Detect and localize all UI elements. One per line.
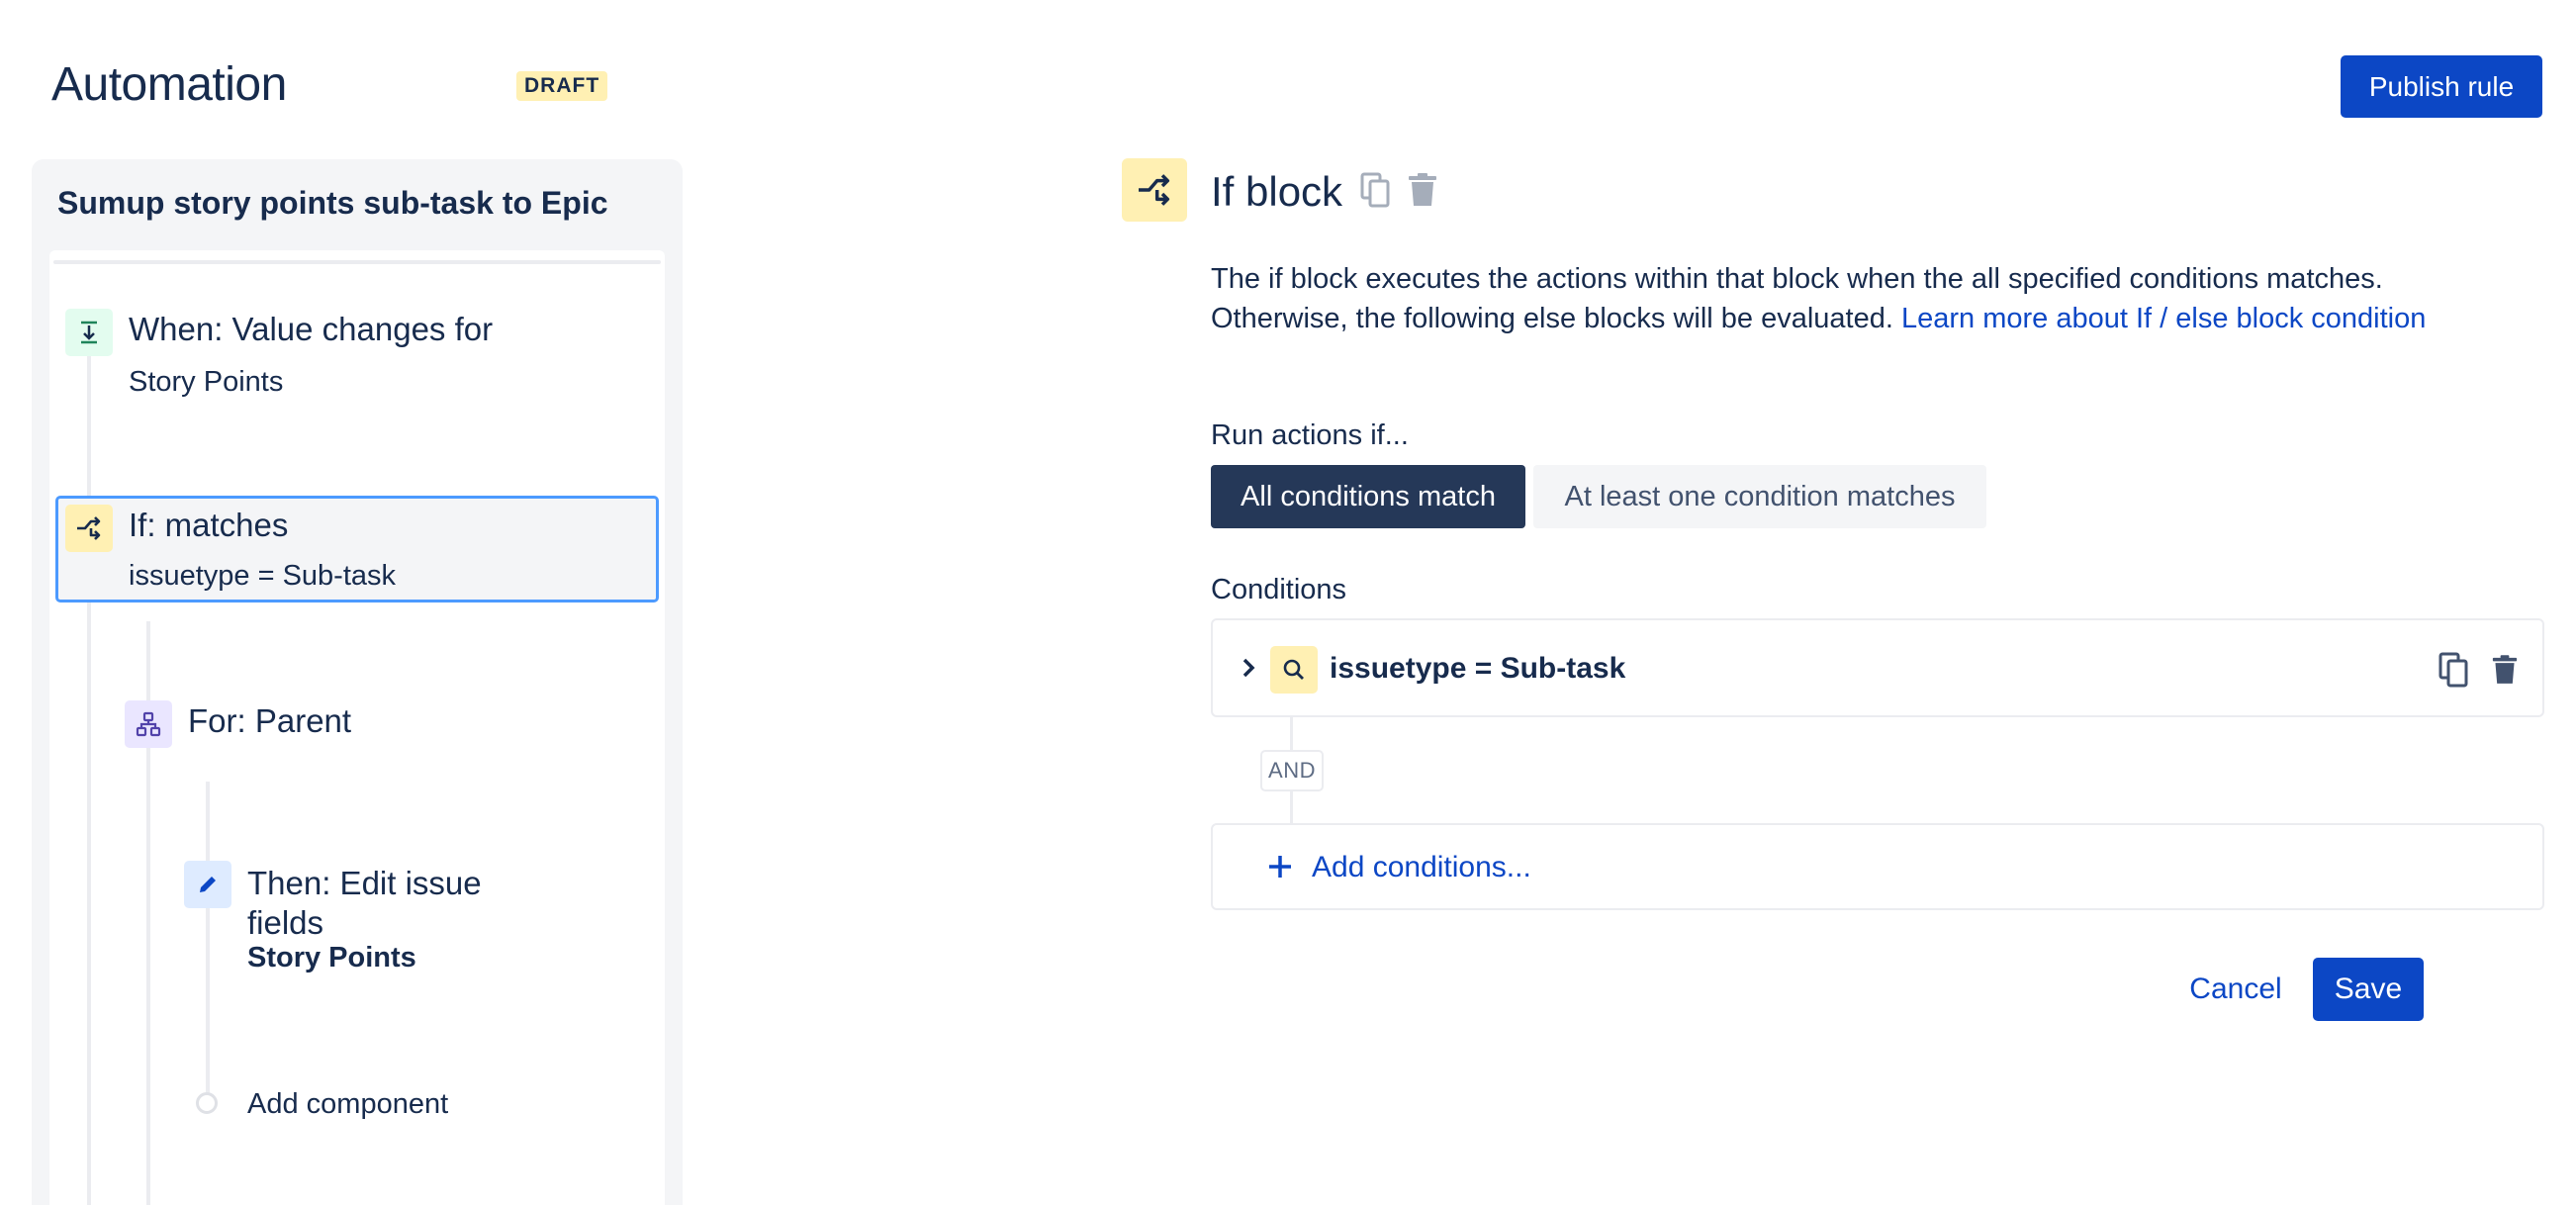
branch-icon (65, 505, 113, 552)
if-title[interactable]: If: matches (129, 507, 288, 544)
detail-description: The if block executes the actions within… (1211, 259, 2438, 338)
then-title-line1[interactable]: Then: Edit issue (247, 865, 482, 902)
add-component-label[interactable]: Add component (247, 1088, 448, 1121)
connector-line (87, 354, 91, 497)
hierarchy-icon (125, 700, 172, 748)
cancel-button[interactable]: Cancel (2176, 958, 2295, 1021)
run-actions-label: Run actions if... (1211, 419, 1409, 451)
pencil-icon (184, 861, 231, 908)
any-condition-matches-toggle[interactable]: At least one condition matches (1533, 465, 1986, 528)
add-component-dot[interactable] (196, 1092, 218, 1114)
save-button[interactable]: Save (2313, 958, 2424, 1021)
copy-condition-icon[interactable] (2434, 650, 2473, 690)
rule-name: Sumup story points sub-task to Epic (57, 185, 608, 221)
delete-condition-icon[interactable] (2485, 650, 2525, 690)
condition-text: issuetype = Sub-task (1330, 652, 1626, 685)
trigger-title[interactable]: When: Value changes for (129, 311, 493, 348)
if-block-icon (1122, 158, 1187, 222)
conditions-label: Conditions (1211, 574, 1347, 605)
connector-line (1290, 791, 1293, 823)
page-title: Automation (51, 58, 287, 111)
plus-icon (1262, 849, 1298, 884)
trigger-icon (65, 309, 113, 356)
add-conditions-label: Add conditions... (1312, 851, 1531, 883)
connector-line (1290, 717, 1293, 751)
copy-icon[interactable] (1357, 170, 1393, 210)
trash-icon[interactable] (1405, 170, 1440, 210)
then-title-line2[interactable]: fields (247, 904, 323, 942)
publish-rule-button[interactable]: Publish rule (2341, 55, 2542, 118)
all-conditions-match-toggle[interactable]: All conditions match (1211, 465, 1525, 528)
connector-line (206, 782, 210, 1098)
chevron-right-icon[interactable] (1235, 652, 1262, 684)
divider (53, 260, 661, 264)
learn-more-link[interactable]: Learn more about If / else block conditi… (1901, 303, 2426, 334)
add-conditions-button[interactable]: Add conditions... (1211, 823, 2544, 910)
detail-title: If block (1211, 168, 1343, 215)
status-badge: DRAFT (516, 71, 608, 101)
for-title[interactable]: For: Parent (188, 702, 351, 740)
connector-line (87, 602, 91, 1205)
and-joiner: AND (1260, 750, 1324, 791)
search-icon (1270, 646, 1318, 694)
if-subtitle: issuetype = Sub-task (129, 560, 397, 592)
trigger-subtitle: Story Points (129, 366, 284, 398)
then-subtitle: Story Points (247, 942, 416, 973)
condition-row[interactable]: issuetype = Sub-task (1211, 618, 2544, 717)
